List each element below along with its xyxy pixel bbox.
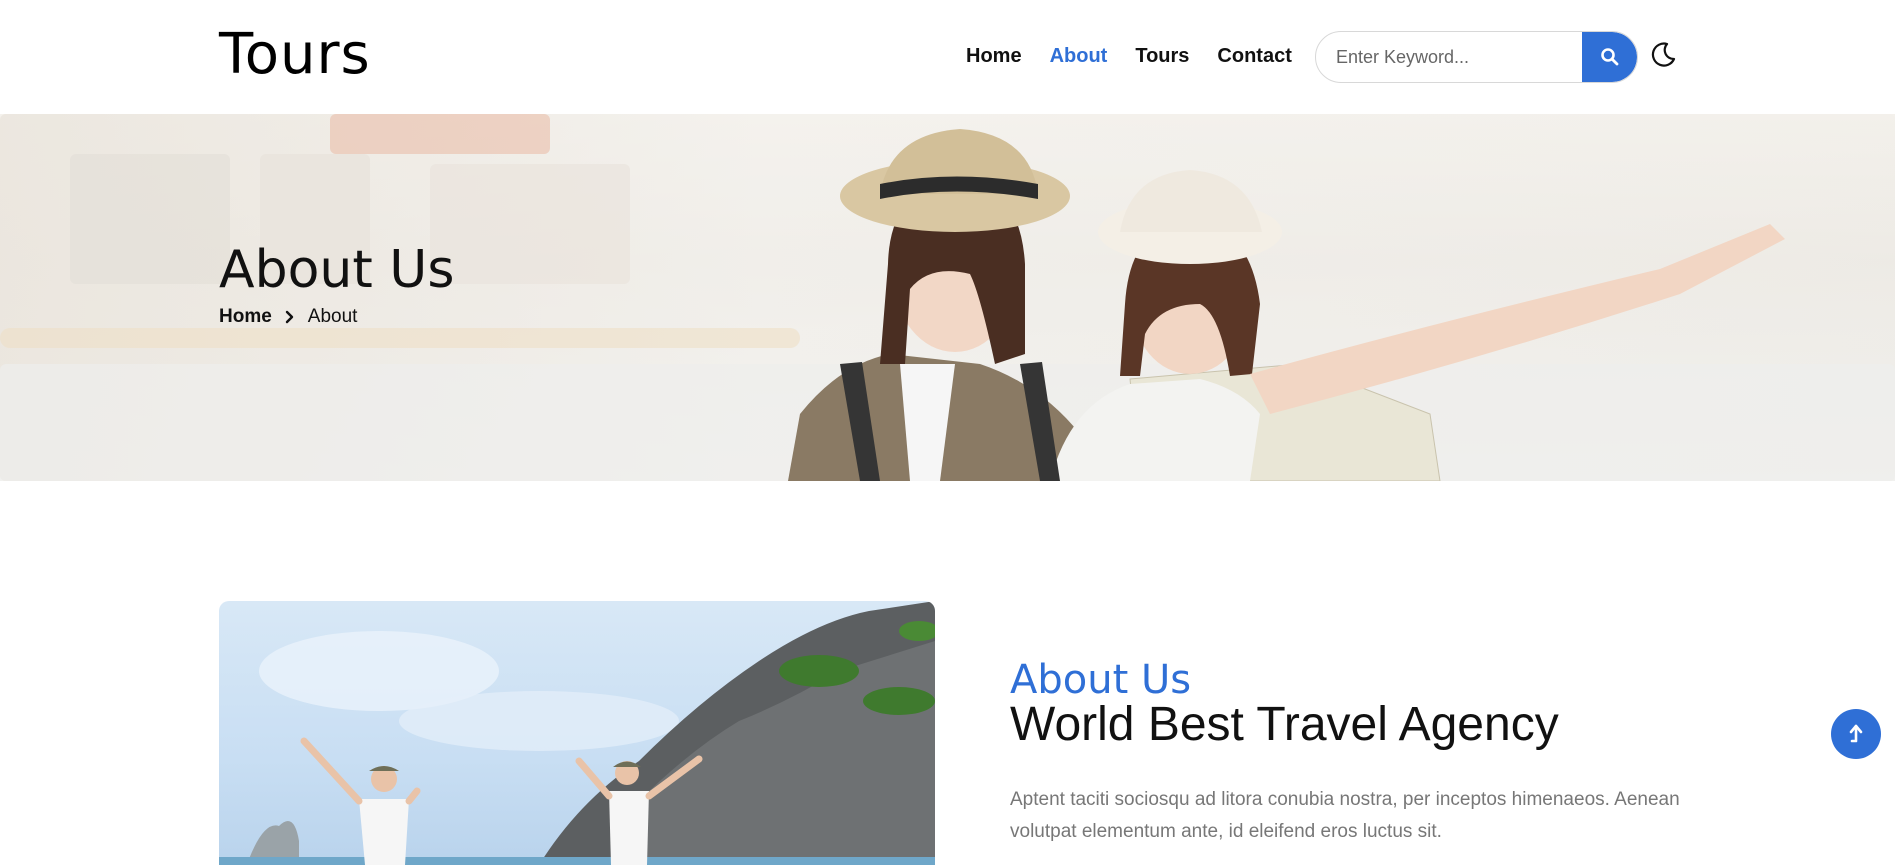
nav-tours[interactable]: Tours	[1135, 45, 1189, 68]
hero-garland	[0, 328, 800, 348]
chevron-right-icon	[285, 310, 293, 324]
breadcrumb: Home About	[219, 306, 357, 328]
back-to-top-button[interactable]	[1831, 709, 1881, 759]
travelers-photo	[788, 129, 1785, 481]
hero-banner: About Us Home About	[0, 114, 1895, 481]
nav-home[interactable]: Home	[966, 45, 1022, 68]
nav-contact[interactable]: Contact	[1217, 45, 1291, 68]
search-icon	[1600, 48, 1618, 66]
site-header: Tours Home About Tours Contact	[0, 0, 1895, 114]
breadcrumb-home-link[interactable]: Home	[219, 306, 272, 328]
about-heading: World Best Travel Agency	[1010, 698, 1559, 751]
search-input[interactable]	[1334, 32, 1568, 82]
about-photo-scene	[219, 601, 935, 865]
search-button[interactable]	[1582, 32, 1637, 82]
main-nav: Home About Tours Contact	[966, 45, 1292, 68]
search-box	[1315, 31, 1638, 83]
moon-icon[interactable]	[1648, 40, 1678, 70]
nav-about[interactable]: About	[1050, 45, 1108, 68]
page-title: About Us	[219, 240, 455, 300]
hero-building-shape	[70, 154, 230, 284]
hero-roof-shape	[330, 114, 550, 154]
about-photo	[219, 601, 935, 865]
hero-building-shape	[430, 164, 630, 284]
arrow-up-icon	[1849, 724, 1863, 743]
about-paragraph: Aptent taciti sociosqu ad litora conubia…	[1010, 789, 1680, 842]
site-logo[interactable]: Tours	[219, 22, 371, 87]
breadcrumb-current: About	[307, 306, 358, 327]
